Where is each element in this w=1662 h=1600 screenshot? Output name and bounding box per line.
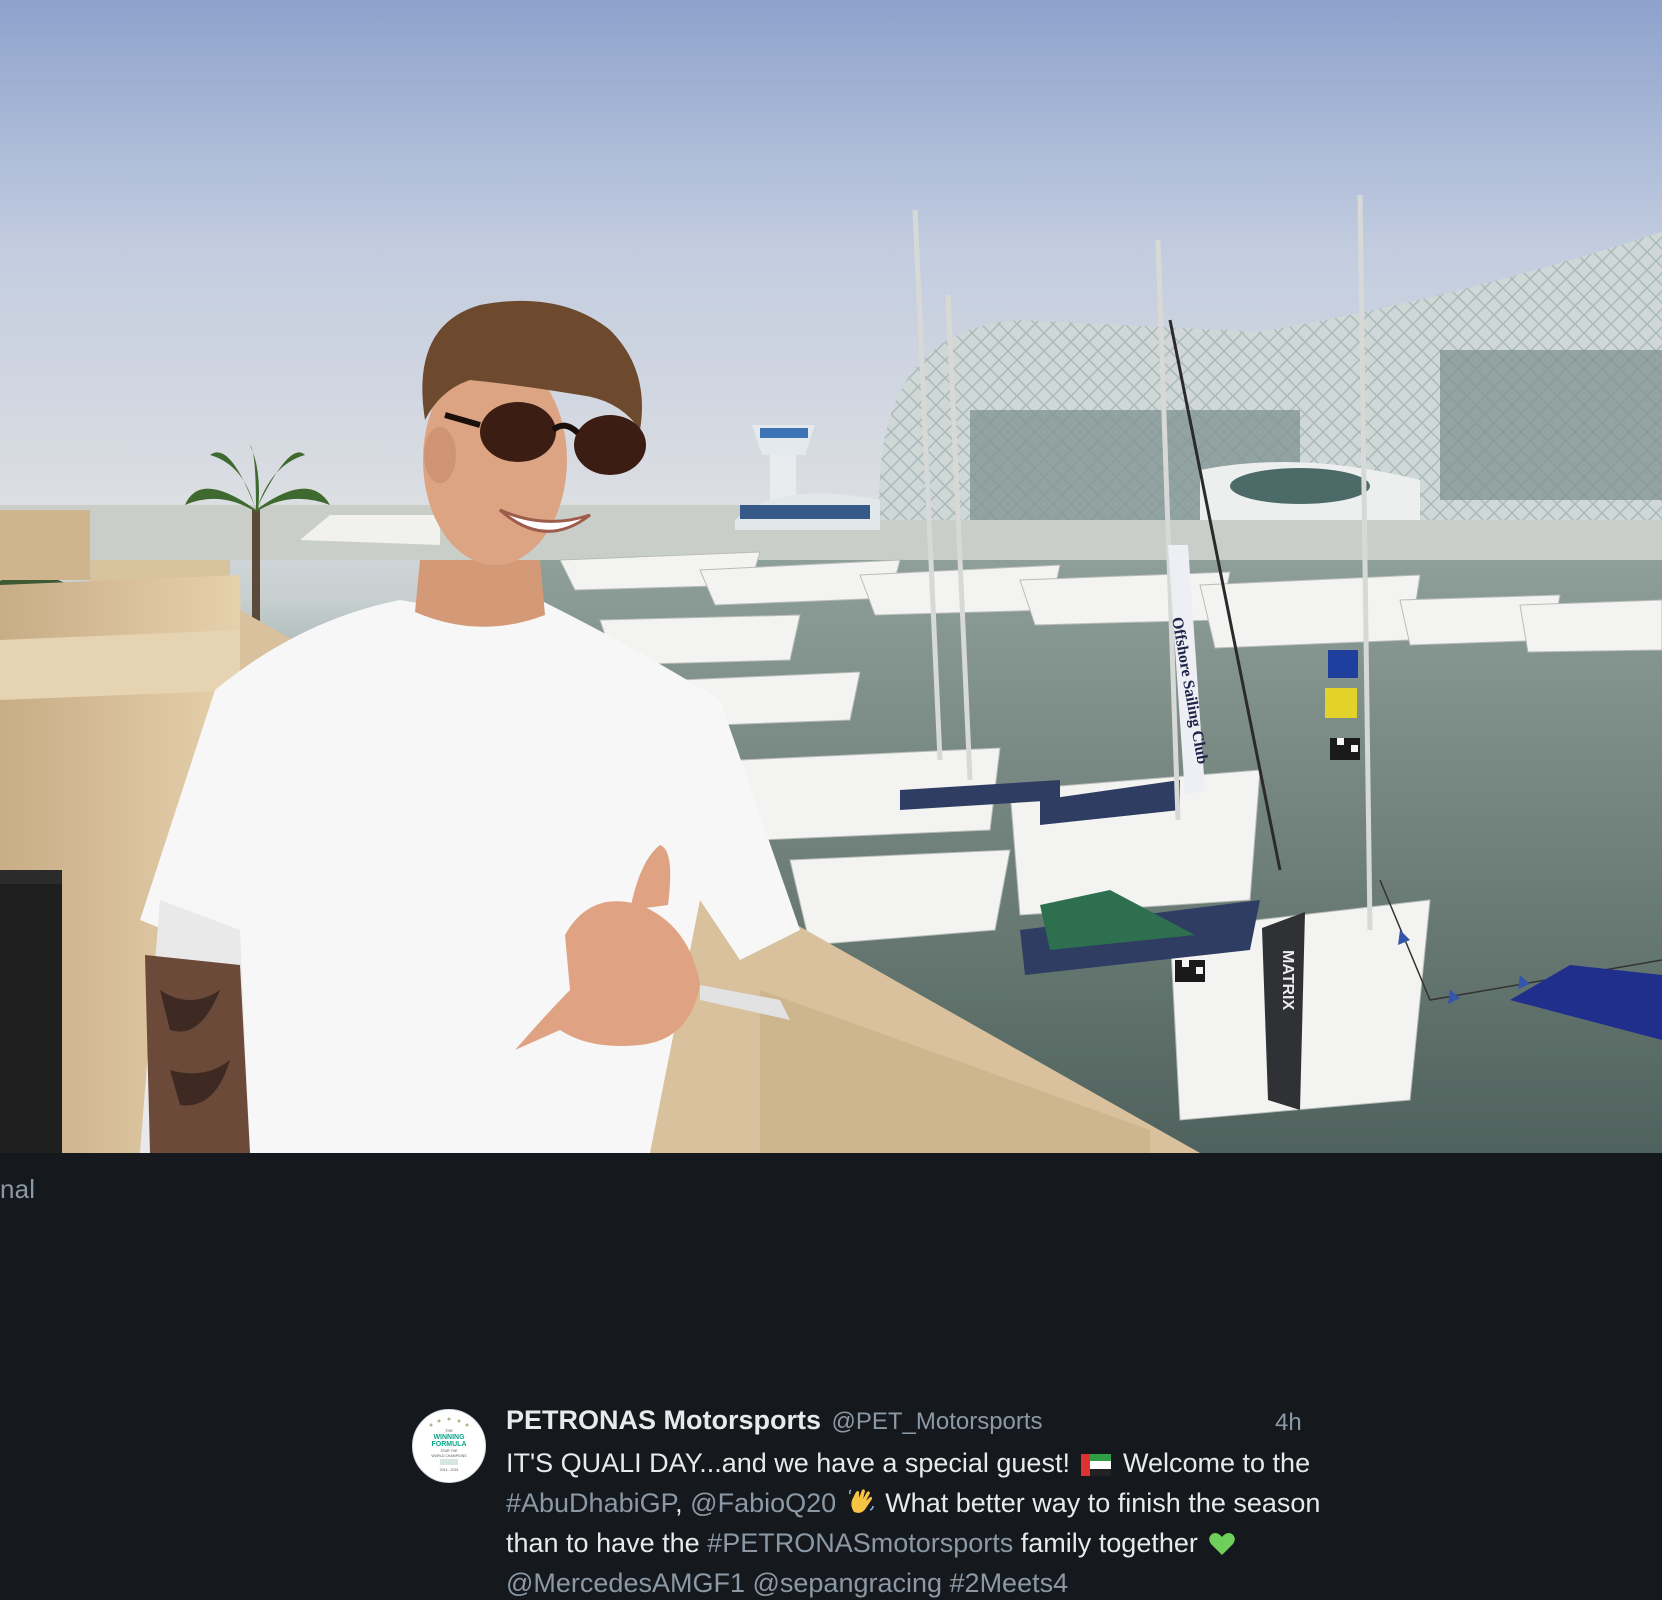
tweet-text-segment: What better way to finish the season [885, 1488, 1321, 1518]
photo-illustration: Offshore Sailing Club MATRIX [0, 0, 1662, 1153]
uae-flag-icon [1081, 1449, 1112, 1485]
matrix-flag: MATRIX [1262, 912, 1305, 1110]
mention-link[interactable]: @sepangracing [752, 1568, 942, 1598]
user-handle[interactable]: @PET_Motorsports [831, 1408, 1042, 1436]
tweet-text-segment: , [675, 1488, 683, 1518]
waving-hand-icon [848, 1488, 874, 1525]
mention-link[interactable]: @MercedesAMGF1 [506, 1568, 745, 1598]
tweet-body: PETRONAS Motorsports @PET_Motorsports 4h… [506, 1405, 1396, 1600]
tweet-text-line: IT'S QUALI DAY...and we have a special g… [506, 1445, 1396, 1485]
winning-formula-logo-icon: THE WINNING FORMULA STAR THE WORLD CHAMP… [414, 1411, 484, 1481]
tweet-text-line: @MercedesAMGF1 @sepangracing #2Meets4 [506, 1565, 1396, 1600]
view-original-link[interactable]: inal [0, 1174, 35, 1205]
hashtag-link[interactable]: #PETRONASmotorsports [707, 1528, 1013, 1558]
tweet[interactable]: THE WINNING FORMULA STAR THE WORLD CHAMP… [412, 1405, 1412, 1600]
media-viewer-page: Offshore Sailing Club MATRIX nal THE WIN… [0, 0, 1662, 1600]
tweet-text-line: than to have the #PETRONASmotorsports fa… [506, 1525, 1396, 1565]
tweet-text: IT'S QUALI DAY...and we have a special g… [506, 1445, 1396, 1600]
display-name[interactable]: PETRONAS Motorsports [506, 1405, 821, 1436]
tweet-text-segment: than to have the [506, 1528, 700, 1558]
hashtag-link[interactable]: #AbuDhabiGP [506, 1488, 675, 1518]
tweet-text-segment: Welcome to the [1123, 1448, 1311, 1478]
svg-text:WORLD CHAMPIONS: WORLD CHAMPIONS [431, 1454, 467, 1458]
tweet-header: PETRONAS Motorsports @PET_Motorsports 4h [506, 1405, 1396, 1445]
tweet-text-segment: family together [1020, 1528, 1198, 1558]
tweet-text-segment: IT'S QUALI DAY...and we have a special g… [506, 1448, 1070, 1478]
avatar[interactable]: THE WINNING FORMULA STAR THE WORLD CHAMP… [412, 1409, 486, 1483]
mention-link[interactable]: @FabioQ20 [690, 1488, 836, 1518]
tweet-timestamp[interactable]: 4h [1275, 1409, 1302, 1437]
tweet-photo[interactable]: Offshore Sailing Club MATRIX [0, 0, 1662, 1153]
green-heart-icon [1209, 1529, 1236, 1565]
svg-text:2014 - 2024: 2014 - 2024 [440, 1468, 459, 1472]
tweet-text-line: #AbuDhabiGP, @FabioQ20 What better way t… [506, 1485, 1396, 1525]
svg-text:MATRIX: MATRIX [1279, 950, 1296, 1010]
svg-text:STAR THE: STAR THE [441, 1449, 459, 1453]
hashtag-link[interactable]: #2Meets4 [950, 1568, 1069, 1598]
svg-text:THE: THE [445, 1428, 453, 1433]
svg-text:WINNING: WINNING [433, 1434, 465, 1441]
svg-text:FORMULA: FORMULA [432, 1441, 467, 1448]
